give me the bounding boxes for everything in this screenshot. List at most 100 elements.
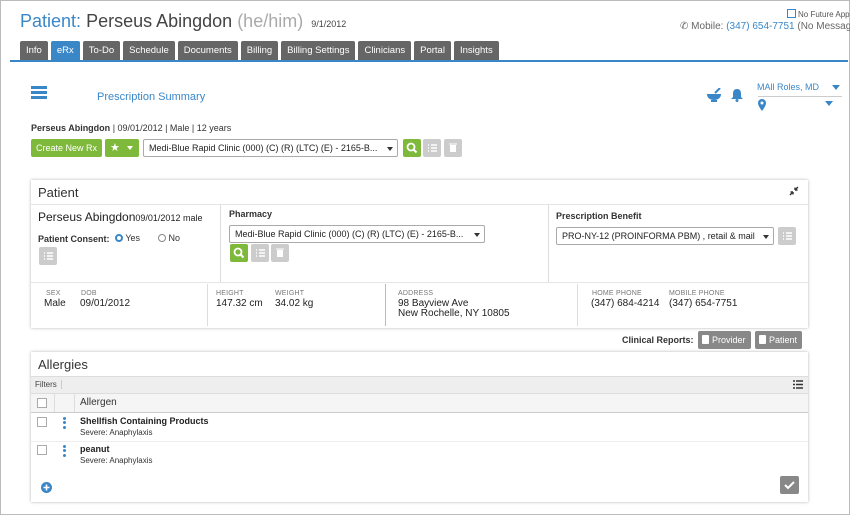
mortar-pestle-icon[interactable] [706, 88, 722, 102]
trash-icon [449, 143, 457, 152]
phone-icon: ✆ [680, 21, 689, 32]
tab-underline [10, 60, 848, 62]
provider-report-button[interactable]: Provider [698, 331, 751, 349]
tab-todo[interactable]: To-Do [82, 41, 121, 61]
search-icon [406, 142, 418, 154]
prescription-summary-title: Prescription Summary [97, 91, 206, 103]
menu-icon[interactable] [31, 86, 47, 99]
tab-billing[interactable]: Billing [240, 41, 279, 61]
benefit-label: Prescription Benefit [556, 211, 642, 221]
divider [207, 284, 208, 326]
pharmacy-label: Pharmacy [229, 209, 273, 219]
tab-info[interactable]: Info [20, 41, 48, 61]
pharmacy-search-button[interactable] [230, 244, 248, 262]
radio-checked-icon [115, 234, 123, 242]
pharmacy-select[interactable]: Medi-Blue Rapid Clinic (000) (C) (R) (LT… [229, 225, 485, 243]
chevron-down-icon [474, 233, 480, 237]
row-checkbox[interactable] [37, 445, 47, 455]
dob-label: DOB [81, 290, 97, 297]
panel-divider [31, 204, 808, 205]
location-chevron-icon[interactable] [825, 101, 833, 106]
create-new-rx-button[interactable]: Create New Rx [31, 139, 103, 157]
tab-erx[interactable]: eRx [50, 41, 80, 61]
favorites-button[interactable]: ★ [105, 139, 139, 157]
divider [54, 394, 55, 412]
bell-icon[interactable] [730, 88, 744, 102]
tab-portal[interactable]: Portal [414, 41, 451, 61]
patient-report-button[interactable]: Patient [755, 331, 803, 349]
list-icon [44, 252, 53, 260]
check-icon [784, 481, 795, 490]
pharmacy-select-top[interactable]: Medi-Blue Rapid Clinic (000) (C) (R) (LT… [143, 139, 398, 157]
tab-insights[interactable]: Insights [453, 41, 499, 61]
row-menu-icon[interactable] [63, 417, 66, 430]
mobile-phone-header: ✆ Mobile: (347) 654-7751 (No Messages [680, 21, 850, 32]
divider [577, 284, 578, 326]
divider [74, 394, 75, 412]
divider [220, 205, 221, 282]
consent-yes[interactable]: Yes [115, 233, 140, 243]
no-future-appointments[interactable]: No Future App [787, 9, 850, 19]
tab-billing-settings[interactable]: Billing Settings [281, 41, 356, 61]
chevron-down-icon [387, 147, 393, 151]
benefit-select[interactable]: PRO-NY-12 (PROINFORMA PBM) , retail & ma… [556, 227, 774, 245]
allergies-title: Allergies [38, 357, 88, 372]
row-menu-icon[interactable] [63, 445, 66, 458]
patient-name: Perseus Abingdon [86, 11, 233, 31]
clipboard-icon [759, 335, 766, 344]
pharmacy-list-button[interactable] [251, 244, 269, 262]
location-pin-icon[interactable] [757, 99, 767, 111]
user-role-select[interactable]: MAll Roles, MD [757, 82, 840, 92]
pharmacy-delete-button[interactable] [271, 244, 289, 262]
page-title: Patient: Perseus Abingdon (he/him) 9/1/2… [20, 11, 346, 32]
height-label: HEIGHT [216, 290, 244, 297]
sex-value: Male [44, 298, 66, 309]
allergen-name[interactable]: peanut [80, 444, 110, 454]
tab-documents[interactable]: Documents [177, 41, 238, 61]
patient-panel-name: Perseus Abingdon09/01/2012 male [38, 210, 203, 224]
dob-value: 09/01/2012 [80, 298, 131, 309]
add-allergy-icon[interactable] [41, 482, 52, 493]
search-pharmacy-button[interactable] [403, 139, 421, 157]
consent-list-button[interactable] [39, 247, 57, 265]
allergies-filter-bar [31, 376, 808, 393]
star-icon: ★ [110, 142, 120, 154]
collapse-icon[interactable] [789, 186, 799, 196]
tab-schedule[interactable]: Schedule [123, 41, 175, 61]
tab-clinicians[interactable]: Clinicians [358, 41, 412, 61]
chevron-down-icon [763, 235, 769, 239]
allergen-name[interactable]: Shellfish Containing Products [80, 416, 209, 426]
search-icon [233, 247, 245, 259]
clipboard-icon [702, 335, 709, 344]
list-button[interactable] [423, 139, 441, 157]
row-checkbox[interactable] [37, 417, 47, 427]
list-icon [783, 232, 792, 240]
allergen-severity: Severe: Anaphylaxis [80, 456, 153, 465]
radio-icon [158, 234, 166, 242]
filters-button[interactable]: Filters [35, 380, 62, 389]
list-icon [256, 249, 265, 257]
mobile-number-link[interactable]: (347) 654-7751 [726, 21, 794, 32]
divider [385, 284, 386, 326]
mobile-phone-label: MOBILE PHONE [669, 290, 725, 297]
home-phone-label: HOME PHONE [592, 290, 642, 297]
weight-label: WEIGHT [275, 290, 305, 297]
confirm-button[interactable] [780, 476, 799, 494]
mobile-phone-value: (347) 654-7751 [669, 298, 738, 309]
column-list-icon[interactable] [793, 380, 803, 389]
list-icon [428, 144, 437, 152]
benefit-list-button[interactable] [778, 227, 796, 245]
consent-no[interactable]: No [158, 233, 180, 243]
pronouns: (he/him) [237, 11, 304, 31]
panel-divider [31, 282, 808, 283]
delete-button[interactable] [444, 139, 462, 157]
address-line2: New Rochelle, NY 10805 [398, 308, 510, 319]
address-label: ADDRESS [398, 290, 434, 297]
home-phone-value: (347) 684-4214 [591, 298, 660, 309]
select-all-checkbox[interactable] [37, 398, 47, 408]
divider [548, 205, 549, 282]
allergen-severity: Severe: Anaphylaxis [80, 428, 153, 437]
row-divider [31, 441, 808, 442]
calendar-icon [787, 9, 796, 18]
allergen-column-header[interactable]: Allergen [80, 397, 117, 408]
